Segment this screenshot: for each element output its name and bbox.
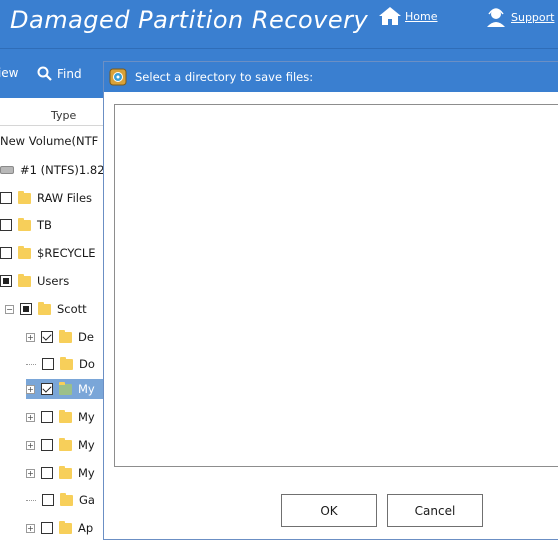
- support-icon: [487, 8, 505, 27]
- cancel-button[interactable]: Cancel: [387, 494, 483, 527]
- tree-checkbox[interactable]: [0, 192, 12, 204]
- tree-row-label: $RECYCLE: [37, 246, 96, 260]
- tree-row-documents[interactable]: Do: [26, 354, 95, 374]
- tree-row-appdata[interactable]: + Ap: [26, 518, 93, 538]
- tree-row-my-3[interactable]: + My: [26, 435, 95, 455]
- dialog-titlebar[interactable]: Select a directory to save files:: [104, 62, 558, 92]
- expand-icon[interactable]: +: [26, 468, 35, 478]
- folder-icon: [18, 190, 31, 204]
- tree-row-label: Do: [79, 357, 95, 371]
- folder-icon: [18, 273, 31, 287]
- folder-icon: [59, 465, 72, 479]
- tree-connector: [26, 363, 36, 365]
- tree-row-raw-files[interactable]: RAW Files: [0, 188, 92, 208]
- expand-icon[interactable]: +: [26, 440, 35, 450]
- collapse-icon[interactable]: −: [5, 304, 14, 314]
- app-header: Damaged Partition Recovery Home Support: [0, 0, 558, 48]
- tree-checkbox[interactable]: [42, 358, 54, 370]
- folder-icon: [60, 356, 73, 370]
- tree-row-label: My: [78, 438, 95, 452]
- folder-icon: [18, 245, 31, 259]
- tree-connector: [26, 499, 36, 501]
- folder-icon: [38, 301, 51, 315]
- tree-checkbox[interactable]: [0, 247, 12, 259]
- view-button[interactable]: View: [0, 66, 18, 80]
- tree-row-label: TB: [37, 218, 52, 232]
- tree-row-label: Users: [37, 274, 70, 288]
- folder-icon: [59, 329, 72, 343]
- directory-tree-pane[interactable]: [114, 104, 558, 467]
- tree-checkbox[interactable]: [0, 275, 12, 287]
- folder-icon: [59, 381, 72, 395]
- tree-row-my-2[interactable]: + My: [26, 407, 95, 427]
- file-tree-panel: Type New Volume(NTF #1 (NTFS)1.82 RAW Fi…: [0, 98, 110, 540]
- find-button-label: Find: [57, 66, 82, 81]
- tree-row-label: My: [78, 466, 95, 480]
- tree-checkbox[interactable]: [41, 383, 53, 395]
- find-button[interactable]: Find: [37, 66, 82, 81]
- expand-icon[interactable]: +: [26, 384, 35, 394]
- tree-row-users[interactable]: Users: [0, 271, 69, 291]
- drive-icon: [0, 166, 14, 174]
- tree-row-games[interactable]: Ga: [26, 490, 95, 510]
- folder-icon: [59, 409, 72, 423]
- tree-checkbox[interactable]: [41, 439, 53, 451]
- folder-icon: [59, 520, 72, 534]
- home-icon: [379, 7, 401, 25]
- folder-icon: [60, 492, 73, 506]
- tree-row-label: De: [78, 330, 94, 344]
- tree-row-label: Scott: [57, 302, 87, 316]
- tree-checkbox[interactable]: [41, 331, 53, 343]
- app-icon: [109, 68, 127, 86]
- tree-checkbox[interactable]: [41, 467, 53, 479]
- tree-checkbox[interactable]: [20, 303, 32, 315]
- expand-icon[interactable]: +: [26, 412, 35, 422]
- tree-checkbox[interactable]: [41, 522, 53, 534]
- type-column-header[interactable]: Type: [0, 106, 110, 126]
- tree-row-my-selected[interactable]: + My: [26, 379, 110, 399]
- tree-row-label: Ga: [79, 493, 95, 507]
- tree-row-scott[interactable]: − Scott: [5, 299, 87, 319]
- ok-button[interactable]: OK: [281, 494, 377, 527]
- folder-icon: [18, 217, 31, 231]
- expand-icon[interactable]: +: [26, 523, 35, 533]
- type-column-label: Type: [51, 109, 77, 122]
- tree-row-label: RAW Files: [37, 191, 93, 205]
- select-directory-dialog: Select a directory to save files: OK Can…: [103, 61, 558, 540]
- tree-row-label: My: [78, 382, 95, 396]
- tree-checkbox[interactable]: [42, 494, 54, 506]
- home-link-label: Home: [405, 9, 438, 23]
- search-icon: [37, 66, 52, 81]
- home-link[interactable]: Home: [378, 6, 437, 26]
- tree-row-label: #1 (NTFS)1.82: [20, 163, 105, 177]
- tree-row-recycle[interactable]: $RECYCLE: [0, 243, 96, 263]
- tree-checkbox[interactable]: [41, 411, 53, 423]
- tree-row-tb[interactable]: TB: [0, 215, 52, 235]
- tree-row-volume[interactable]: New Volume(NTF: [0, 131, 98, 151]
- expand-icon[interactable]: +: [26, 332, 35, 342]
- tree-checkbox[interactable]: [0, 219, 12, 231]
- tree-row-label: My: [78, 410, 95, 424]
- dialog-title: Select a directory to save files:: [135, 70, 314, 84]
- tree-row-my-4[interactable]: + My: [26, 463, 95, 483]
- support-link-label: Support: [511, 10, 555, 24]
- view-button-label: View: [0, 66, 19, 80]
- tree-row-label: New Volume(NTF: [0, 134, 99, 148]
- tree-row-desktop[interactable]: + De: [26, 327, 94, 347]
- app-title: Damaged Partition Recovery: [10, 6, 369, 34]
- tree-row-label: Ap: [78, 521, 94, 535]
- folder-icon: [59, 437, 72, 451]
- tree-row-partition[interactable]: #1 (NTFS)1.82: [0, 160, 105, 180]
- support-link[interactable]: Support: [484, 6, 554, 28]
